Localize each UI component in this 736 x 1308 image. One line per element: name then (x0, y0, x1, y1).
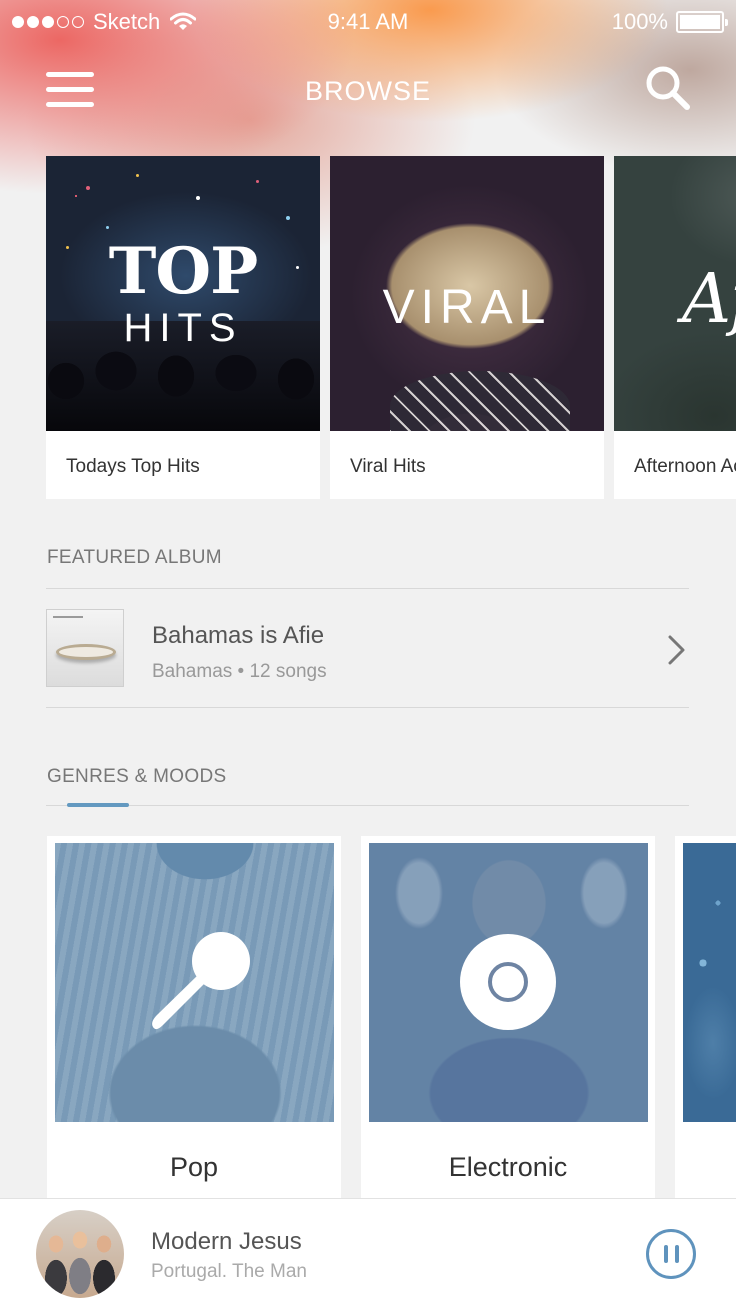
playlist-art: Af (614, 156, 736, 431)
microphone-icon (152, 932, 250, 1030)
album-cover (46, 609, 124, 687)
playlist-art: TOP HITS (46, 156, 320, 431)
hits-art-subtitle: HITS (123, 306, 243, 350)
chevron-right-icon[interactable] (666, 634, 688, 666)
playlist-caption: Afternoon Ac (634, 456, 736, 477)
battery-icon (676, 11, 728, 33)
genre-image (683, 843, 736, 1122)
search-icon[interactable] (644, 64, 692, 112)
divider (46, 805, 689, 806)
divider (46, 588, 689, 589)
disc-icon (460, 934, 556, 1030)
genre-label: Pop (169, 1152, 219, 1182)
pause-button[interactable] (646, 1229, 696, 1279)
playlist-card-top-hits[interactable]: TOP HITS Todays Top Hits (46, 156, 320, 499)
battery-area: 100% (611, 9, 728, 35)
genre-image (55, 843, 334, 1122)
viral-art-title: VIRAL (382, 281, 552, 334)
playlist-art: VIRAL (330, 156, 604, 431)
genres-heading: GENRES & MOODS (47, 766, 227, 787)
playlist-carousel[interactable]: TOP HITS Todays Top Hits VIRAL Viral Hit… (0, 156, 736, 500)
featured-album-heading: FEATURED ALBUM (47, 547, 222, 568)
status-bar: Sketch 9:41 AM 100% (0, 0, 736, 42)
playlist-card-afternoon[interactable]: Af Afternoon Ac (614, 156, 736, 499)
genres-carousel[interactable]: Pop Electronic (0, 836, 736, 1200)
now-playing-track: Modern Jesus (151, 1228, 302, 1255)
album-title: Bahamas is Afie (152, 622, 325, 649)
battery-percent: 100% (611, 9, 668, 34)
genre-card-partial[interactable] (675, 836, 736, 1200)
genre-card-pop[interactable]: Pop (47, 836, 341, 1200)
page-title: BROWSE (304, 76, 431, 106)
genres-tab-indicator (67, 803, 129, 807)
now-playing-bar[interactable]: Modern Jesus Portugal. The Man (0, 1198, 736, 1308)
nav-bar: BROWSE (0, 60, 736, 120)
genre-image (369, 843, 648, 1122)
featured-album-row[interactable]: Bahamas is Afie Bahamas • 12 songs (46, 590, 689, 708)
playlist-caption: Todays Top Hits (66, 456, 200, 477)
divider (46, 707, 689, 708)
playlist-caption: Viral Hits (350, 456, 426, 477)
genre-label: Electronic (448, 1152, 568, 1182)
top-art-title: TOP (108, 234, 259, 309)
now-playing-artist: Portugal. The Man (151, 1261, 307, 1282)
genre-card-electronic[interactable]: Electronic (361, 836, 655, 1200)
playlist-card-viral[interactable]: VIRAL Viral Hits (330, 156, 604, 499)
now-playing-album-art (36, 1210, 124, 1298)
album-subtitle: Bahamas • 12 songs (152, 661, 327, 682)
afternoon-art-title: Af (682, 260, 736, 339)
